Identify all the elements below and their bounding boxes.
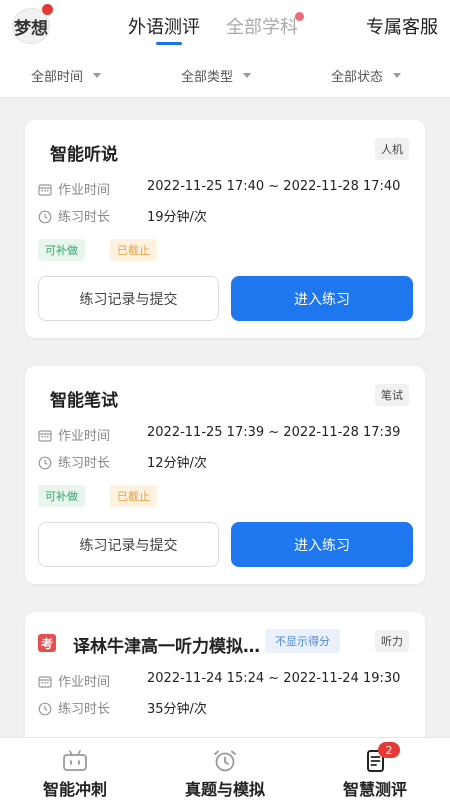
filter-time-label: 全部时间 [31,70,84,85]
practice-record-button[interactable]: 练习记录与提交 [38,522,219,567]
active-tab-indicator [156,42,182,45]
card-type-tag: 听力 [375,630,409,652]
robot-icon [63,750,87,771]
nav-label: 智能冲刺 [42,780,107,799]
assignment-card[interactable]: 智能听说 人机 作业时间 2022-11-25 17:40 ~ 2022-11-… [25,120,425,338]
tab-foreign-language[interactable]: 外语测评 [128,13,200,39]
work-time-label: 作业时间 [58,429,111,444]
calendar-icon [38,184,52,196]
work-time-value: 2022-11-25 17:39 ~ 2022-11-28 17:39 [147,425,401,440]
filter-time-dropdown[interactable]: 全部时间 [31,66,102,85]
work-time-row: 作业时间 [38,179,110,198]
calendar-icon [38,676,52,688]
duration-row: 练习时长 [38,698,110,717]
duration-label: 练习时长 [58,210,111,225]
work-time-row: 作业时间 [38,671,110,690]
duration-label: 练习时长 [58,456,111,471]
nav-label: 智慧测评 [342,780,407,799]
closed-badge: 已截止 [110,239,157,261]
card-type-tag: 笔试 [375,384,409,406]
duration-value: 19分钟/次 [147,210,207,225]
nav-count-badge: 2 [378,742,400,758]
filter-status-dropdown[interactable]: 全部状态 [331,66,402,85]
assignment-card[interactable]: 考 译林牛津高一听力模拟测试 不显示得分 听力 作业时间 2022-11-24 … [25,612,425,752]
work-time-label: 作业时间 [58,183,111,198]
work-time-value: 2022-11-24 15:24 ~ 2022-11-24 19:30 [147,671,401,686]
hide-score-badge: 不显示得分 [265,629,340,653]
enter-practice-button[interactable]: 进入练习 [231,276,413,321]
alarm-clock-icon [214,750,236,772]
nav-item-smart-sprint[interactable]: 智能冲刺 [38,738,112,800]
nav-item-real-exams[interactable]: 真题与模拟 [176,738,274,800]
caret-down-icon [243,73,252,78]
bottom-navigation: 智能冲刺 真题与模拟 智慧测评 2 [0,737,450,800]
closed-badge: 已截止 [110,485,157,507]
card-title: 译林牛津高一听力模拟测试 [73,637,261,657]
work-time-label: 作业时间 [58,675,111,690]
nav-label: 真题与模拟 [184,780,265,799]
duration-value: 12分钟/次 [147,456,207,471]
nav-item-smart-assessment[interactable]: 智慧测评 2 [336,738,414,800]
clock-icon [38,210,52,223]
makeup-badge: 可补做 [38,485,85,507]
filter-type-label: 全部类型 [181,70,234,85]
customer-service-link[interactable]: 专属客服 [366,13,438,39]
card-title: 智能听说 [50,145,118,165]
enter-practice-button[interactable]: 进入练习 [231,522,413,567]
notification-dot [42,4,53,15]
duration-row: 练习时长 [38,206,110,225]
work-time-row: 作业时间 [38,425,110,444]
exam-icon: 考 [38,634,56,652]
filter-status-label: 全部状态 [331,70,384,85]
card-title: 智能笔试 [50,391,118,411]
assignment-card[interactable]: 智能笔试 笔试 作业时间 2022-11-25 17:39 ~ 2022-11-… [25,366,425,584]
caret-down-icon [393,73,402,78]
tab-notification-dot [295,12,304,21]
work-time-value: 2022-11-25 17:40 ~ 2022-11-28 17:40 [147,179,401,194]
calendar-icon [38,430,52,442]
caret-down-icon [93,73,102,78]
duration-label: 练习时长 [58,702,111,717]
duration-row: 练习时长 [38,452,110,471]
makeup-badge: 可补做 [38,239,85,261]
duration-value: 35分钟/次 [147,702,207,717]
top-header: 梦想 外语测评 全部学科 专属客服 [0,0,450,50]
filter-type-dropdown[interactable]: 全部类型 [181,66,252,85]
practice-record-button[interactable]: 练习记录与提交 [38,276,219,321]
filter-bar: 全部时间 全部类型 全部状态 [0,50,450,98]
clock-icon [38,456,52,469]
card-type-tag: 人机 [375,138,409,160]
clock-icon [38,702,52,715]
tab-all-subjects[interactable]: 全部学科 [226,13,298,39]
